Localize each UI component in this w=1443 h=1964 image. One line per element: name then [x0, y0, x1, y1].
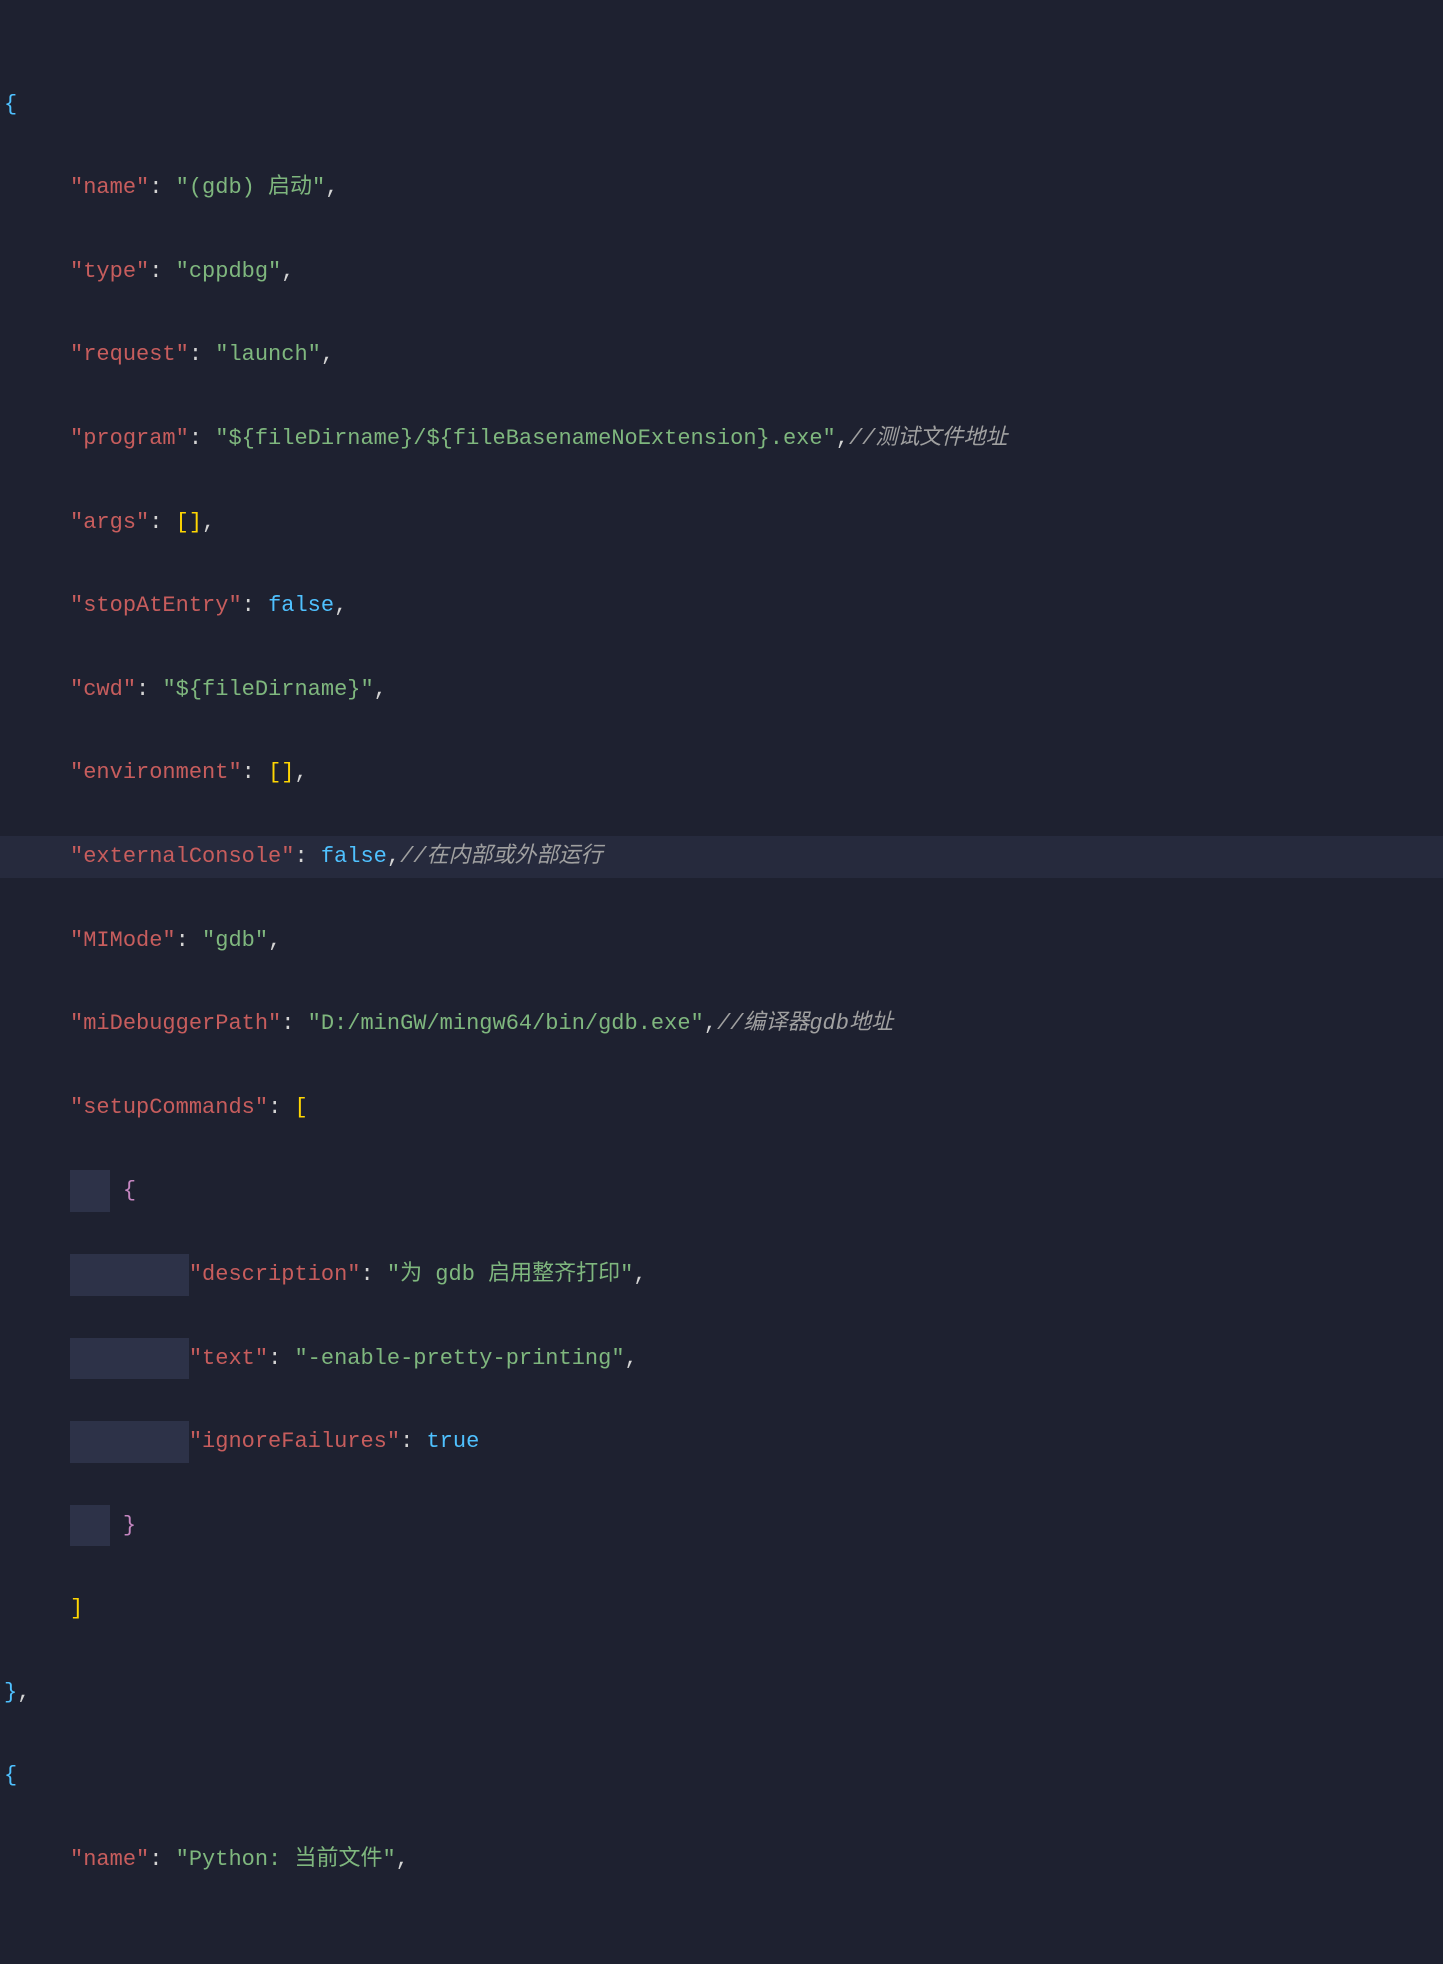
code-line[interactable]: "text": "-enable-pretty-printing",	[0, 1338, 1443, 1380]
code-line[interactable]: {	[0, 1755, 1443, 1797]
code-line[interactable]: "setupCommands": [	[0, 1087, 1443, 1129]
close-bracket: ]	[70, 1596, 83, 1621]
json-string: "${fileDirname}/${fileBasenameNoExtensio…	[215, 426, 836, 451]
json-string: "Python: 当前文件"	[176, 1847, 396, 1872]
json-key: "program"	[70, 426, 189, 451]
json-string: "为 gdb 启用整齐打印"	[387, 1262, 633, 1287]
json-string: "(gdb) 启动"	[176, 175, 326, 200]
open-brace: {	[4, 92, 17, 117]
code-editor[interactable]: { "name": "(gdb) 启动", "type": "cppdbg", …	[0, 0, 1443, 1964]
json-key: "cwd"	[70, 677, 136, 702]
code-line[interactable]: "program": "${fileDirname}/${fileBasenam…	[0, 418, 1443, 460]
json-string: "launch"	[215, 342, 321, 367]
json-key: "name"	[70, 175, 149, 200]
code-line-active[interactable]: "externalConsole": false,//在内部或外部运行	[0, 836, 1443, 878]
json-string: "gdb"	[202, 928, 268, 953]
code-line[interactable]: "environment": [],	[0, 752, 1443, 794]
code-line[interactable]: "MIMode": "gdb",	[0, 920, 1443, 962]
comment: //编译器gdb地址	[717, 1011, 893, 1036]
open-bracket: [	[176, 510, 189, 535]
comment: //测试文件地址	[849, 426, 1007, 451]
code-line[interactable]: "cwd": "${fileDirname}",	[0, 669, 1443, 711]
json-boolean: true	[426, 1429, 479, 1454]
close-brace: }	[123, 1513, 136, 1538]
json-key: "ignoreFailures"	[189, 1429, 400, 1454]
code-line[interactable]: {	[0, 84, 1443, 126]
code-line[interactable]: },	[0, 1672, 1443, 1714]
code-line[interactable]: {	[0, 1170, 1443, 1212]
json-key: "MIMode"	[70, 928, 176, 953]
open-brace: {	[123, 1178, 136, 1203]
json-key: "text"	[189, 1346, 268, 1371]
code-line[interactable]: ]	[0, 1588, 1443, 1630]
json-key: "request"	[70, 342, 189, 367]
json-string: "cppdbg"	[176, 259, 282, 284]
json-boolean: false	[268, 593, 334, 618]
json-boolean: false	[321, 844, 387, 869]
json-string: "D:/minGW/mingw64/bin/gdb.exe"	[308, 1011, 704, 1036]
json-key: "setupCommands"	[70, 1095, 268, 1120]
code-line[interactable]: "description": "为 gdb 启用整齐打印",	[0, 1254, 1443, 1296]
json-key: "miDebuggerPath"	[70, 1011, 281, 1036]
code-line[interactable]: "request": "launch",	[0, 334, 1443, 376]
code-line[interactable]: "ignoreFailures": true	[0, 1421, 1443, 1463]
json-key: "type"	[70, 259, 149, 284]
json-key: "externalConsole"	[70, 844, 294, 869]
json-key: "description"	[189, 1262, 361, 1287]
json-key: "stopAtEntry"	[70, 593, 242, 618]
json-key: "name"	[70, 1847, 149, 1872]
code-line[interactable]: }	[0, 1505, 1443, 1547]
json-string: "-enable-pretty-printing"	[294, 1346, 624, 1371]
code-line[interactable]: "miDebuggerPath": "D:/minGW/mingw64/bin/…	[0, 1003, 1443, 1045]
close-bracket: ]	[189, 510, 202, 535]
open-bracket: [	[294, 1095, 307, 1120]
open-brace: {	[4, 1763, 17, 1788]
json-key: "environment"	[70, 760, 242, 785]
code-line[interactable]: "name": "Python: 当前文件",	[0, 1839, 1443, 1881]
json-key: "args"	[70, 510, 149, 535]
close-brace: }	[4, 1680, 17, 1705]
json-string: "${fileDirname}"	[162, 677, 373, 702]
open-bracket: [	[268, 760, 281, 785]
code-line[interactable]: "type": "cppdbg",	[0, 251, 1443, 293]
code-line[interactable]: "args": [],	[0, 502, 1443, 544]
close-bracket: ]	[281, 760, 294, 785]
code-line[interactable]: "name": "(gdb) 启动",	[0, 167, 1443, 209]
comment: //在内部或外部运行	[400, 844, 602, 869]
code-line[interactable]: "stopAtEntry": false,	[0, 585, 1443, 627]
